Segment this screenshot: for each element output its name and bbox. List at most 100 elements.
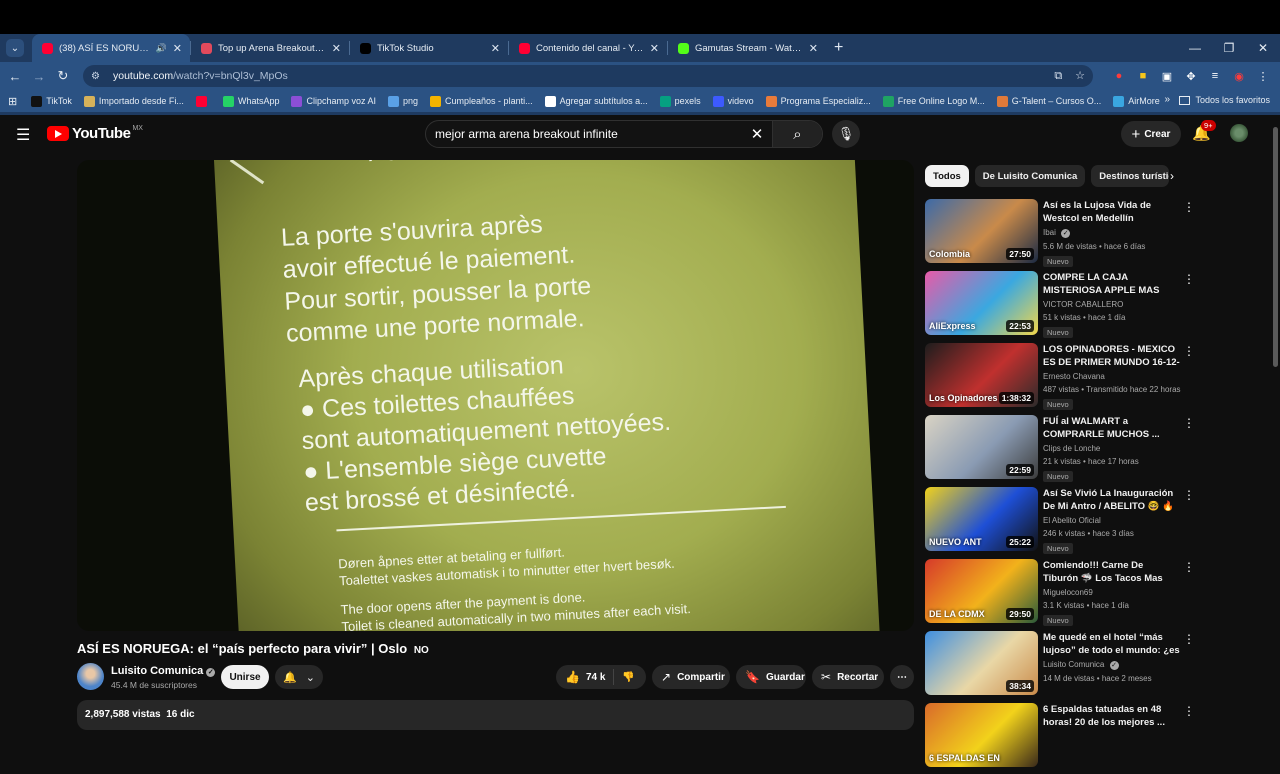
address-bar[interactable]: ⚙ youtube.com/watch?v=bnQl3v_MpOs ⧉ ☆ — [83, 65, 1093, 87]
recommendation-item[interactable]: Los Opinadores 1:38:32 LOS OPINADORES - ME… — [925, 342, 1195, 414]
bookmark-item[interactable]: AirMore — [1113, 95, 1160, 107]
recommendation-title[interactable]: Así Se Vivió La Inauguración De Mi Antro… — [1043, 487, 1181, 513]
like-icon[interactable]: 👍 — [565, 670, 580, 684]
browser-tab[interactable]: TikTok Studio ✕ — [350, 34, 508, 62]
recommendation-title[interactable]: FUÍ al WALMART a COMPRARLE MUCHOS ... — [1043, 415, 1181, 441]
recommendation-item[interactable]: DE LA CDMX 29:50 Comiendo!!! Carne De Tibu… — [925, 558, 1195, 630]
all-bookmarks-folder[interactable]: Todos los favoritos — [1179, 95, 1270, 105]
recommendation-item[interactable]: NUEVO ANT 25:22 Así Se Vivió La Inauguraci… — [925, 486, 1195, 558]
bookmark-star-icon[interactable]: ☆ — [1075, 70, 1085, 82]
bookmark-item[interactable]: png — [388, 95, 418, 107]
more-options-icon[interactable]: ⋮ — [1183, 272, 1195, 286]
recommendation-channel[interactable]: Ibai ✓ — [1043, 228, 1181, 238]
install-app-icon[interactable]: ⧉ — [1054, 70, 1062, 82]
chip-channel[interactable]: De Luisito Comunica — [974, 165, 1086, 187]
more-options-icon[interactable]: ⋮ — [1183, 632, 1195, 646]
recommendation-channel[interactable]: Luisito Comunica ✓ — [1043, 660, 1181, 670]
voice-search-button[interactable]: 🎙 — [832, 120, 860, 148]
create-button[interactable]: + Crear — [1121, 121, 1181, 147]
chips-next-icon[interactable]: › — [1170, 169, 1174, 183]
like-count[interactable]: 74 k — [586, 672, 605, 683]
close-window-button[interactable]: ✕ — [1246, 34, 1280, 62]
more-bookmarks-icon[interactable]: » — [1164, 94, 1170, 105]
apps-grid-icon[interactable]: ⊞ — [8, 95, 17, 108]
bookmark-item[interactable]: Clipchamp voz AI — [291, 95, 376, 107]
recommendation-channel[interactable]: Clips de Lonche — [1043, 444, 1181, 453]
bookmark-item[interactable]: pexels — [659, 95, 701, 107]
tab-close-icon[interactable]: ✕ — [332, 42, 341, 55]
recommendation-channel[interactable]: VICTOR CABALLERO — [1043, 300, 1181, 309]
channel-name[interactable]: Luisito Comunica ✓ — [111, 665, 216, 677]
more-options-icon[interactable]: ⋮ — [1183, 560, 1195, 574]
scrollbar-thumb[interactable] — [1273, 127, 1278, 367]
minimize-button[interactable]: — — [1178, 34, 1212, 62]
search-button[interactable]: ⌕ — [772, 121, 822, 147]
reload-button[interactable]: ↻ — [51, 68, 75, 84]
recommendation-thumbnail[interactable]: AliExpress 22:53 — [925, 271, 1038, 335]
recommendation-thumbnail[interactable]: Los Opinadores 1:38:32 — [925, 343, 1038, 407]
save-button[interactable]: 🔖 Guardar — [736, 665, 806, 689]
menu-icon[interactable]: ☰ — [16, 125, 30, 145]
clear-search-icon[interactable]: ✕ — [742, 125, 772, 143]
bookmark-item[interactable]: Importado desde Fi... — [83, 95, 184, 107]
extension-red-icon[interactable]: ● — [1107, 67, 1131, 85]
recommendation-title[interactable]: COMPRE LA CAJA MISTERIOSA APPLE MAS COST… — [1043, 271, 1181, 297]
tab-audio-icon[interactable]: 🔊 — [156, 43, 167, 54]
more-options-icon[interactable]: ⋮ — [1183, 704, 1195, 718]
recommendation-channel[interactable]: El Abelito Oficial — [1043, 516, 1181, 525]
bookmark-item[interactable]: Agregar subtítulos a... — [544, 95, 648, 107]
recommendation-thumbnail[interactable]: 38:34 — [925, 631, 1038, 695]
recommendation-channel[interactable]: Ernesto Chavana — [1043, 372, 1181, 381]
back-button[interactable]: ← — [3, 69, 27, 84]
recommendation-item[interactable]: 6 ESPALDAS EN 6 Espaldas tatuadas en 48 h… — [925, 702, 1195, 774]
tab-search-button[interactable]: ⌄ — [6, 39, 24, 57]
bookmark-item[interactable]: videvo — [712, 95, 754, 107]
browser-tab[interactable]: (38) ASÍ ES NORUEGA: el "país perfecto p… — [32, 34, 190, 62]
recommendation-channel[interactable]: Miguelocon69 — [1043, 588, 1181, 597]
share-button[interactable]: ↗ Compartir — [652, 665, 730, 689]
bookmark-item[interactable]: Programa Especializ... — [765, 95, 871, 107]
browser-menu-icon[interactable]: ⋮ — [1251, 67, 1275, 85]
more-options-icon[interactable]: ⋮ — [1183, 416, 1195, 430]
recommendation-thumbnail[interactable]: 6 ESPALDAS EN — [925, 703, 1038, 767]
recommendation-thumbnail[interactable]: NUEVO ANT 25:22 — [925, 487, 1038, 551]
site-info-icon[interactable]: ⚙ — [91, 71, 105, 82]
tab-close-icon[interactable]: ✕ — [809, 42, 818, 55]
tab-close-icon[interactable]: ✕ — [173, 42, 182, 55]
more-actions-button[interactable]: ⋯ — [890, 665, 914, 689]
browser-tab[interactable]: Gamutas Stream - Watch Live on Kick ✕ — [668, 34, 826, 62]
subscription-bell-button[interactable]: 🔔 ⌄ — [275, 665, 323, 689]
browser-tab[interactable]: Top up Arena Breakout: Infinite ✕ — [191, 34, 349, 62]
tab-close-icon[interactable]: ✕ — [491, 42, 500, 55]
recommendation-item[interactable]: 22:59 FUÍ al WALMART a COMPRARLE MUCHOS .… — [925, 414, 1195, 486]
recommendation-title[interactable]: Así es la Lujosa Vida de Westcol en Mede… — [1043, 199, 1181, 225]
new-tab-button[interactable]: + — [834, 39, 843, 57]
bookmark-item[interactable] — [195, 95, 211, 107]
more-options-icon[interactable]: ⋮ — [1183, 344, 1195, 358]
chip-todos[interactable]: Todos — [925, 165, 969, 187]
bookmark-item[interactable]: G-Talent – Cursos O... — [996, 95, 1101, 107]
search-input[interactable]: mejor arma arena breakout infinite — [426, 127, 742, 141]
bookmark-item[interactable]: Cumpleaños - planti... — [430, 95, 533, 107]
extension-white-icon[interactable]: ▣ — [1155, 67, 1179, 85]
video-player[interactable]: Pour entrer, La porte s'ouvrira après av… — [77, 160, 914, 631]
dislike-icon[interactable]: 👎 — [622, 672, 634, 683]
bookmark-item[interactable]: Free Online Logo M... — [882, 95, 985, 107]
recommendation-title[interactable]: LOS OPINADORES - MEXICO ES DE PRIMER MUN… — [1043, 343, 1181, 369]
page-scrollbar[interactable] — [1272, 115, 1280, 720]
recommendation-title[interactable]: Comiendo!!! Carne De Tiburón 🦈 Los Tacos… — [1043, 559, 1181, 585]
recommendation-title[interactable]: Me quedé en el hotel “más lujoso” de tod… — [1043, 631, 1181, 657]
tab-close-icon[interactable]: ✕ — [650, 42, 659, 55]
address-url[interactable]: youtube.com/watch?v=bnQl3v_MpOs — [113, 70, 1044, 82]
maximize-button[interactable]: ❐ — [1212, 34, 1246, 62]
extension-yellow-icon[interactable]: ■ — [1131, 67, 1155, 85]
browser-tab[interactable]: Contenido del canal - YouTube Studio ✕ — [509, 34, 667, 62]
recommendation-item[interactable]: 38:34 Me quedé en el hotel “más lujoso” d… — [925, 630, 1195, 702]
join-button[interactable]: Unirse — [221, 665, 269, 689]
recommendation-title[interactable]: 6 Espaldas tatuadas en 48 horas! 20 de l… — [1043, 703, 1181, 729]
bookmark-item[interactable]: WhatsApp — [222, 95, 279, 107]
recommendation-item[interactable]: AliExpress 22:53 COMPRE LA CAJA MISTERIOSA… — [925, 270, 1195, 342]
extensions-puzzle-icon[interactable]: ✥ — [1179, 67, 1203, 85]
clip-button[interactable]: ✂ Recortar — [812, 665, 884, 689]
bookmark-item[interactable]: TikTok — [31, 95, 72, 107]
